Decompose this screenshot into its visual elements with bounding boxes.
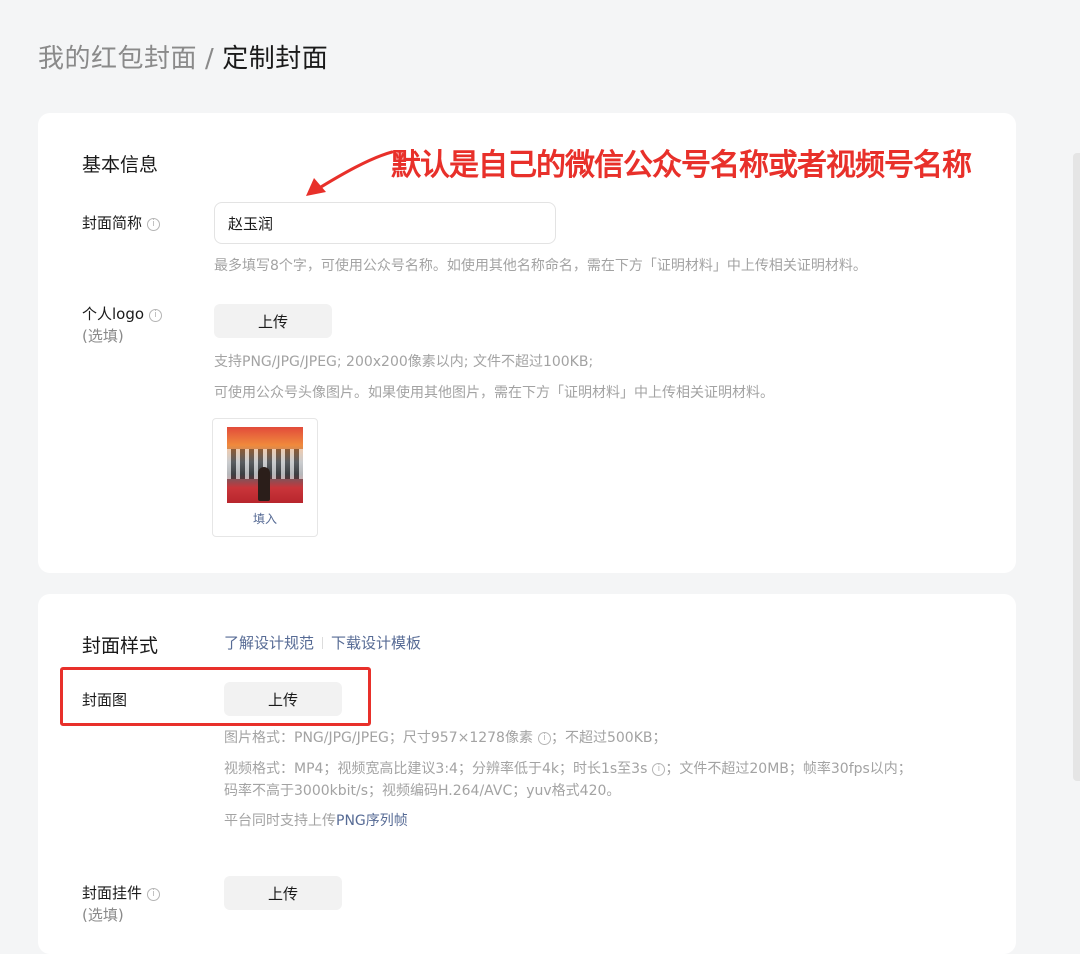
cover-platform-hint: 平台同时支持上传PNG序列帧	[224, 811, 408, 831]
info-icon[interactable]: i	[149, 309, 163, 322]
cover-video-hint-1b: ；文件不超过20MB；帧率30fps以内；	[665, 761, 912, 777]
cover-image-hint-format-text: 图片格式：PNG/JPG/JPEG；尺寸957×1278像素	[224, 730, 533, 746]
cover-name-label: 封面简称 i	[82, 213, 161, 233]
cover-image-hint-format-tail: ；不超过500KB；	[550, 730, 667, 746]
png-sequence-link[interactable]: PNG序列帧	[336, 813, 408, 829]
breadcrumb: 我的红包封面 / 定制封面	[38, 38, 328, 75]
cover-name-input[interactable]	[214, 202, 556, 244]
page-title: 定制封面	[222, 44, 329, 74]
cover-style-card: 封面样式 了解设计规范 下载设计模板 封面图 上传 图片格式：PNG/JPG/JP…	[38, 594, 1016, 954]
info-icon[interactable]: i	[147, 888, 161, 901]
pendant-label: 封面挂件 i (选填)	[82, 883, 161, 925]
logo-preview-card[interactable]: 填入	[212, 418, 318, 537]
annotation-highlight-box	[60, 667, 371, 726]
info-icon[interactable]: i	[652, 763, 666, 776]
cover-video-hint-1: 视频格式：MP4；视频宽高比建议3:4；分辨率低于4k；时长1s至3s i ；文件不…	[224, 759, 912, 779]
logo-thumbnail-figure	[258, 467, 270, 501]
annotation-arrow-icon	[306, 150, 394, 196]
logo-upload-button[interactable]: 上传	[214, 304, 332, 338]
info-icon[interactable]: i	[147, 218, 161, 231]
logo-thumbnail	[227, 427, 303, 503]
pendant-upload-button[interactable]: 上传	[224, 876, 342, 910]
cover-platform-hint-text: 平台同时支持上传	[224, 813, 336, 829]
logo-optional-label: (选填)	[82, 327, 124, 345]
scrollbar[interactable]	[1073, 153, 1080, 781]
cover-video-hint-2: 码率不高于3000kbit/s；视频编码H.264/AVC；yuv格式420。	[224, 783, 621, 799]
breadcrumb-separator: /	[205, 44, 215, 74]
design-spec-link[interactable]: 了解设计规范	[224, 634, 314, 652]
info-icon[interactable]: i	[537, 732, 551, 745]
logo-label: 个人logo i (选填)	[82, 304, 163, 346]
pendant-label-text: 封面挂件	[82, 884, 143, 902]
cover-video-hint-1a: 视频格式：MP4；视频宽高比建议3:4；分辨率低于4k；时长1s至3s	[224, 761, 648, 777]
cover-name-label-text: 封面简称	[82, 214, 143, 232]
annotation-text: 默认是自己的微信公众号名称或者视频号名称	[391, 148, 972, 183]
design-links: 了解设计规范 下载设计模板	[224, 632, 421, 653]
logo-fill-link[interactable]: 填入	[213, 510, 317, 527]
basic-info-title: 基本信息	[82, 154, 159, 176]
annotation-arrow-shaft	[314, 150, 394, 192]
cover-image-hint-format: 图片格式：PNG/JPG/JPEG；尺寸957×1278像素 i ；不超过500KB…	[224, 728, 666, 748]
cover-name-hint: 最多填写8个字，可使用公众号名称。如使用其他名称命名，需在下方「证明材料」中上传…	[214, 258, 867, 274]
pendant-optional-label: (选填)	[82, 906, 124, 924]
logo-hint-source: 可使用公众号头像图片。如果使用其他图片，需在下方「证明材料」中上传相关证明材料。	[214, 385, 774, 401]
breadcrumb-parent[interactable]: 我的红包封面	[38, 44, 197, 74]
download-template-link[interactable]: 下载设计模板	[331, 634, 421, 652]
cover-style-title: 封面样式	[82, 635, 159, 657]
link-divider	[322, 637, 324, 649]
logo-hint-format: 支持PNG/JPG/JPEG; 200x200像素以内; 文件不超过100KB;	[214, 354, 594, 370]
logo-label-text: 个人logo	[82, 305, 145, 323]
